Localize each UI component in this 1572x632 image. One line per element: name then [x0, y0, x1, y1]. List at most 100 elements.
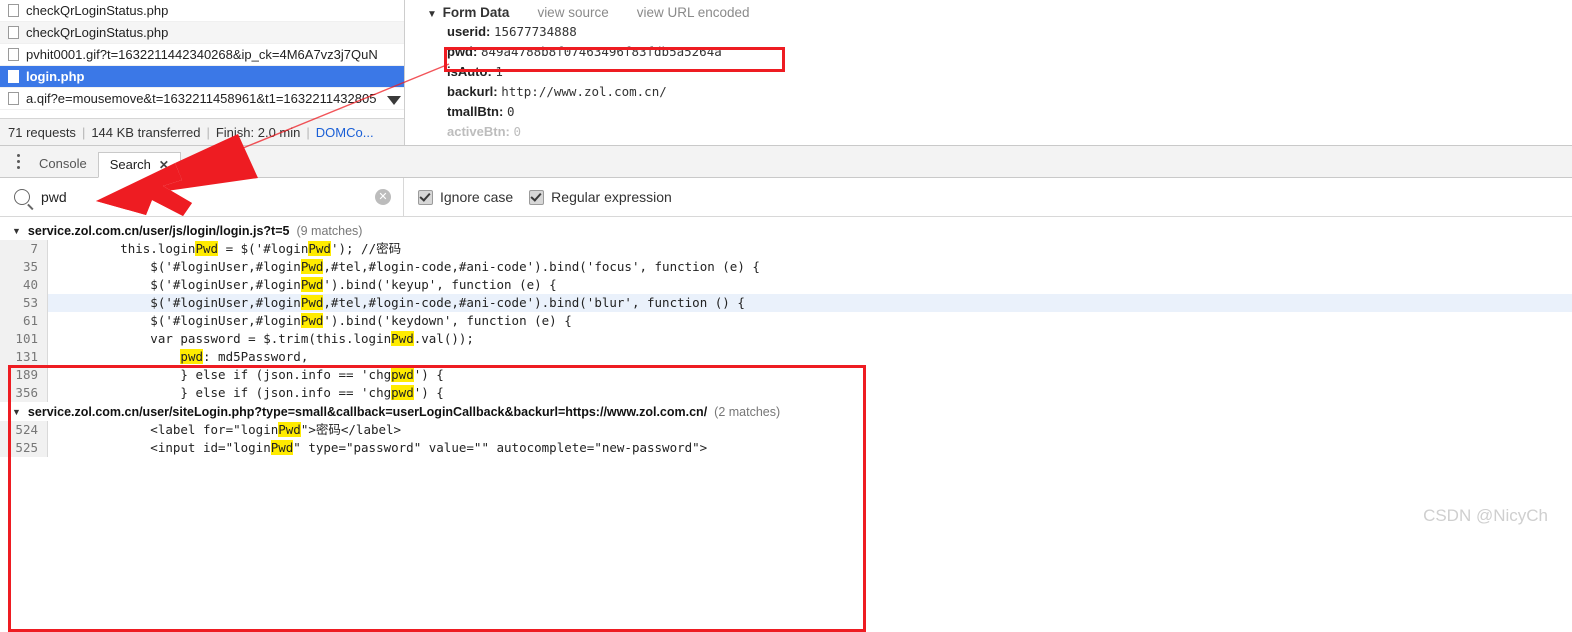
form-data-row: tmallBtn: 0 — [421, 104, 1572, 124]
result-code-row[interactable]: 7 this.loginPwd = $('#loginPwd'); //密码 — [0, 240, 1572, 258]
code-text: $('#loginUser,#loginPwd').bind('keyup', … — [60, 277, 557, 292]
screenshot-root: checkQrLoginStatus.php checkQrLoginStatus… — [0, 0, 1572, 632]
form-data-value: 849a4788b8f07463496f83fdb5a5264a — [480, 44, 722, 59]
file-icon — [8, 92, 19, 105]
line-number: 525 — [0, 439, 48, 457]
tab-console[interactable]: Console — [28, 151, 98, 177]
more-vertical-icon[interactable] — [8, 145, 28, 177]
result-code-row[interactable]: 524 <label for="loginPwd">密码</label> — [0, 421, 1572, 439]
result-code-row[interactable]: 101 var password = $.trim(this.loginPwd.… — [0, 330, 1572, 348]
line-number: 356 — [0, 384, 48, 402]
form-data-row: activeBtn: 0 — [421, 124, 1572, 136]
form-data-title: Form Data — [442, 4, 510, 20]
line-number: 53 — [0, 294, 48, 312]
request-name: login.php — [26, 69, 85, 84]
request-count: 71 requests — [8, 124, 76, 140]
chevron-down-icon[interactable]: ▼ — [12, 226, 21, 236]
ignore-case-option[interactable]: Ignore case — [418, 189, 513, 205]
match-highlight: Pwd — [195, 241, 219, 256]
triangle-down-icon[interactable] — [387, 96, 401, 105]
request-name: pvhit0001.gif?t=1632211442340268&ip_ck=4… — [26, 47, 378, 62]
form-data-rows: userid: 15677734888 pwd: 849a4788b8f07463… — [421, 24, 1572, 136]
chevron-down-icon[interactable]: ▼ — [427, 9, 437, 20]
file-icon — [8, 48, 19, 61]
line-number: 35 — [0, 258, 48, 276]
code-text: } else if (json.info == 'chgpwd') { — [60, 385, 444, 400]
form-data-row: isAuto: 1 — [421, 64, 1572, 84]
line-number: 61 — [0, 312, 48, 330]
ignore-case-checkbox[interactable] — [418, 189, 433, 205]
ignore-case-label: Ignore case — [440, 189, 514, 205]
result-code-row[interactable]: 35 $('#loginUser,#loginPwd,#tel,#login-c… — [0, 258, 1572, 276]
regular-expression-checkbox[interactable] — [529, 189, 545, 205]
domcontentloaded-label[interactable]: DOMCo... — [316, 125, 374, 140]
result-code-row[interactable]: 189 } else if (json.info == 'chgpwd') { — [0, 366, 1572, 384]
view-source-link[interactable]: view source — [537, 5, 608, 20]
form-data-key: userid: — [447, 24, 494, 39]
regular-expression-option[interactable]: Regular expression — [529, 189, 672, 205]
form-data-key: activeBtn: — [447, 124, 514, 136]
chevron-down-icon[interactable]: ▼ — [12, 407, 21, 417]
status-separator: | — [306, 124, 310, 140]
drawer-tab-bar: Console Search ✕ — [0, 146, 1572, 178]
request-row[interactable]: checkQrLoginStatus.php — [0, 0, 404, 22]
code-text: var password = $.trim(this.loginPwd.val(… — [60, 331, 474, 346]
code-text: <label for="loginPwd">密码</label> — [60, 422, 402, 437]
csdn-watermark: CSDN @NicyCh — [1423, 506, 1548, 525]
tab-search[interactable]: Search ✕ — [97, 152, 181, 178]
form-data-row: backurl: http://www.zol.com.cn/ — [421, 84, 1572, 104]
status-separator: | — [81, 124, 86, 140]
code-text: this.loginPwd = $('#loginPwd'); //密码 — [60, 241, 402, 256]
form-data-value: 0 — [506, 104, 515, 119]
result-code-row[interactable]: 40 $('#loginUser,#loginPwd').bind('keyup… — [0, 276, 1572, 294]
form-data-key: backurl: — [447, 84, 502, 99]
line-number: 524 — [0, 421, 48, 439]
tab-search-label: Search — [109, 157, 151, 172]
form-data-header[interactable]: ▼ Form Data view source view URL encoded — [421, 0, 1572, 24]
code-text: $('#loginUser,#loginPwd,#tel,#login-code… — [60, 259, 760, 274]
match-highlight: Pwd — [278, 422, 301, 437]
file-icon — [8, 70, 19, 83]
finish-time: Finish: 2.0 min — [215, 124, 301, 140]
code-text: pwd: md5Password, — [180, 349, 309, 364]
form-data-value: 15677734888 — [493, 24, 577, 39]
match-highlight: Pwd — [300, 277, 324, 292]
form-data-row: pwd: 849a4788b8f07463496f83fdb5a5264a — [421, 44, 1572, 64]
form-data-value: http://www.zol.com.cn/ — [501, 84, 667, 99]
view-url-encoded-link[interactable]: view URL encoded — [637, 5, 750, 20]
result-code-row[interactable]: 131 pwd: md5Password, — [0, 348, 1572, 366]
network-request-list[interactable]: checkQrLoginStatus.php checkQrLoginStatus… — [0, 0, 405, 145]
status-separator: | — [206, 124, 210, 140]
match-highlight: Pwd — [270, 440, 294, 455]
form-data-value: 1 — [495, 64, 503, 79]
form-data-key: tmallBtn: — [447, 104, 507, 119]
form-data-panel: ▼ Form Data view source view URL encoded… — [421, 0, 1572, 138]
clear-circle-icon[interactable]: ✕ — [375, 189, 391, 205]
close-icon[interactable]: ✕ — [159, 152, 169, 178]
request-name: checkQrLoginStatus.php — [26, 3, 169, 18]
result-group-header[interactable]: ▼ service.zol.com.cn/user/js/login/login.… — [0, 221, 1572, 240]
devtools-top-area: checkQrLoginStatus.php checkQrLoginStatus… — [0, 0, 1572, 145]
request-row[interactable]: login.php — [0, 66, 404, 88]
request-row[interactable]: pvhit0001.gif?t=1632211442340268&ip_ck=4… — [0, 44, 404, 66]
search-toolbar: pwd ✕ Ignore case Regular expression — [0, 178, 1572, 217]
search-options: Ignore case Regular expression — [404, 178, 672, 216]
search-input[interactable]: pwd ✕ — [0, 178, 404, 216]
match-highlight: Pwd — [308, 241, 331, 256]
result-code-row[interactable]: 356 } else if (json.info == 'chgpwd') { — [0, 384, 1572, 402]
line-number: 189 — [0, 366, 48, 384]
request-name: a.qif?e=mousemove&t=1632211458961&t1=163… — [26, 91, 377, 106]
request-name: checkQrLoginStatus.php — [26, 25, 169, 40]
request-row[interactable]: a.qif?e=mousemove&t=1632211458961&t1=163… — [0, 88, 404, 110]
request-row[interactable]: checkQrLoginStatus.php — [0, 22, 404, 44]
result-code-row[interactable]: 61 $('#loginUser,#loginPwd').bind('keydo… — [0, 312, 1572, 330]
result-code-row[interactable]: 53 $('#loginUser,#loginPwd,#tel,#login-c… — [0, 294, 1572, 312]
line-number: 131 — [0, 348, 48, 366]
match-highlight: pwd — [391, 385, 414, 400]
search-results[interactable]: ▼ service.zol.com.cn/user/js/login/login.… — [0, 217, 1572, 457]
result-group-header[interactable]: ▼ service.zol.com.cn/user/siteLogin.php?t… — [0, 402, 1572, 421]
line-number: 40 — [0, 276, 48, 294]
request-rows[interactable]: checkQrLoginStatus.php checkQrLoginStatus… — [0, 0, 404, 110]
result-code-row[interactable]: 525 <input id="loginPwd" type="password"… — [0, 439, 1572, 457]
result-file-name: service.zol.com.cn/user/siteLogin.php?ty… — [27, 404, 708, 419]
